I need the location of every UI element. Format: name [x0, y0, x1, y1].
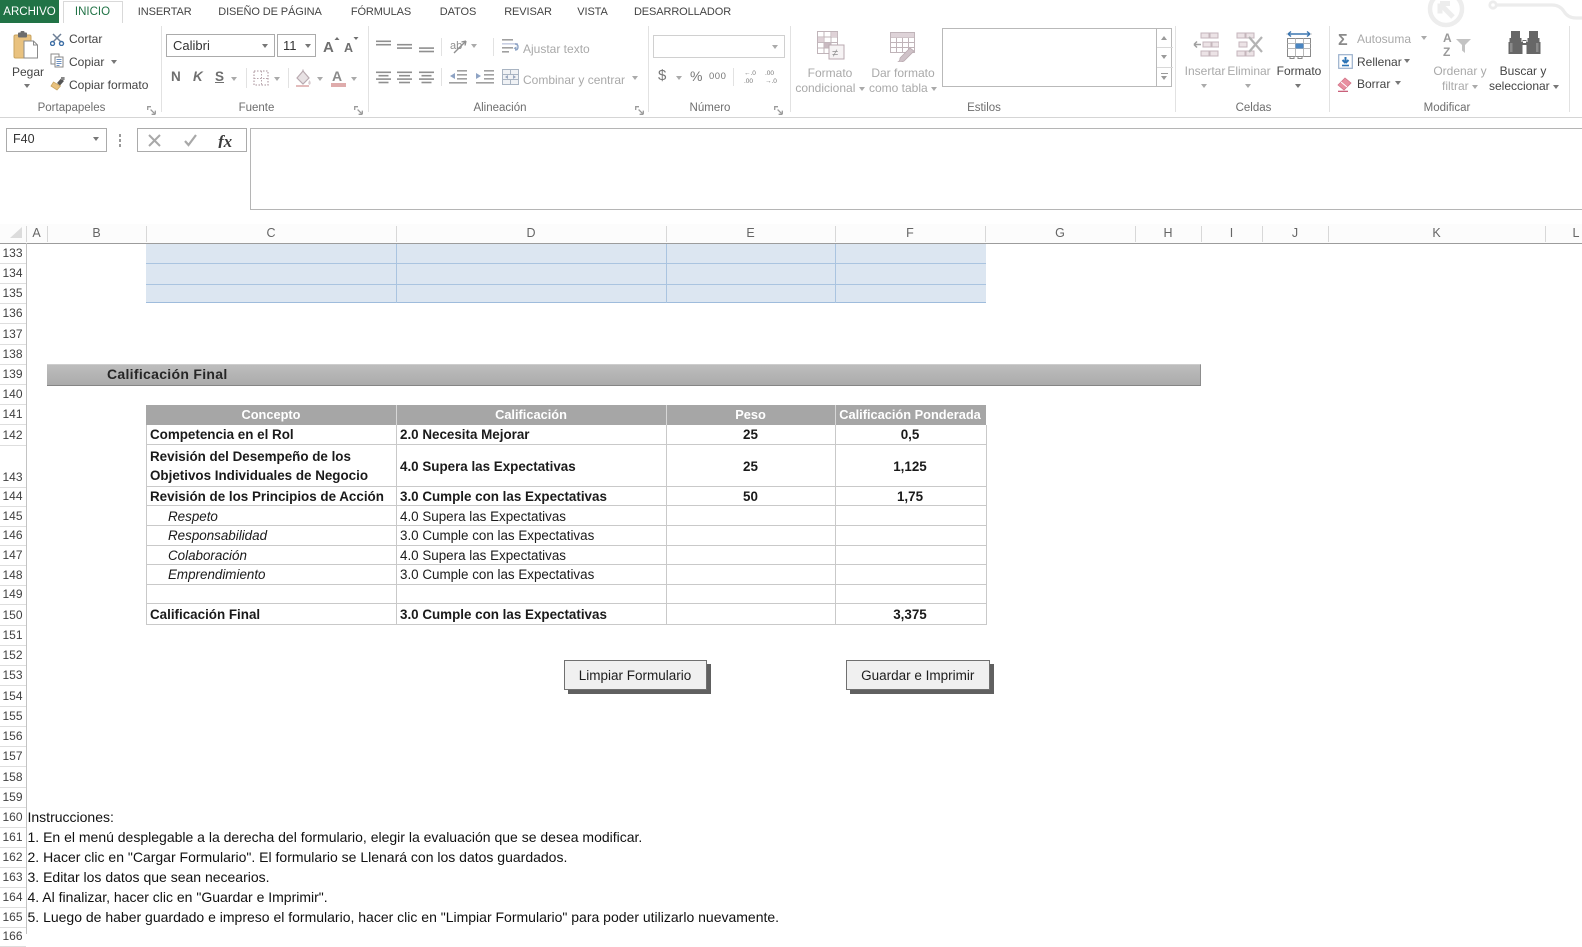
svg-text:→.0: →.0: [765, 78, 777, 85]
svg-text:Z: Z: [1443, 45, 1450, 59]
svg-text:←.0: ←.0: [744, 70, 756, 77]
svg-text:A: A: [344, 41, 353, 55]
svg-text:≠: ≠: [832, 48, 838, 60]
svg-text:.00: .00: [744, 78, 753, 85]
svg-text:.00: .00: [765, 70, 774, 77]
svg-text:A: A: [323, 39, 334, 56]
svg-text:fx: fx: [218, 133, 233, 148]
svg-text:Σ: Σ: [1338, 32, 1348, 46]
